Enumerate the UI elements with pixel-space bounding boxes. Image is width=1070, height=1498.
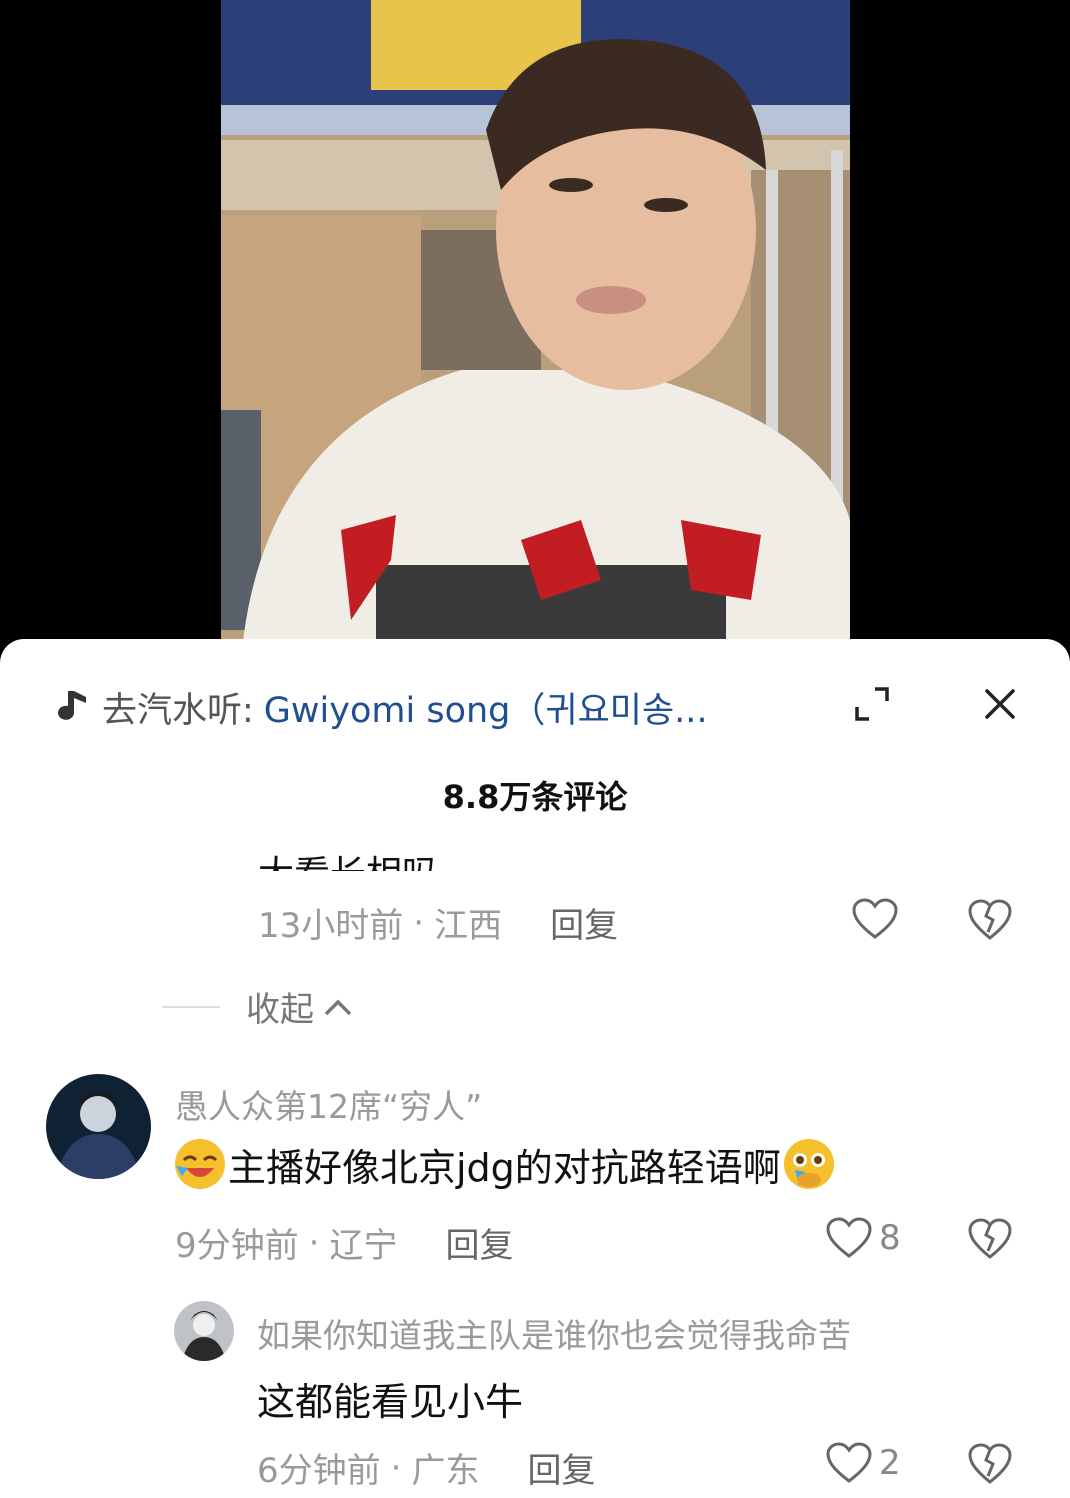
comments-sheet bbox=[0, 639, 1070, 1498]
music-prefix: 去汽水听: bbox=[102, 690, 254, 731]
reply-avatar[interactable] bbox=[174, 1301, 234, 1361]
reply-username[interactable]: 如果你知道我主队是谁你也会觉得我命苦 bbox=[257, 1309, 851, 1357]
like-count: 2 bbox=[879, 1443, 901, 1483]
laughing-emoji-icon bbox=[175, 1139, 225, 1189]
reply-button[interactable]: 回复 bbox=[445, 1218, 513, 1267]
like-count: 8 bbox=[879, 1218, 901, 1258]
reply-button[interactable]: 回复 bbox=[550, 898, 618, 947]
video-still bbox=[221, 0, 850, 660]
comment-username[interactable]: 愚人众第12席“穷人” bbox=[175, 1080, 482, 1128]
reply-location: 广东 bbox=[411, 1451, 480, 1491]
comment-location: 辽宁 bbox=[329, 1226, 398, 1266]
comment-meta: 9分钟前 · 辽宁 回复 bbox=[175, 1218, 513, 1267]
reply-meta: 6分钟前 · 广东 回复 bbox=[257, 1443, 595, 1492]
partial-reply-meta: 13小时前 · 江西 回复 bbox=[258, 898, 618, 947]
comment-text: 主播好像北京jdg的对抗路轻语啊 bbox=[172, 1136, 837, 1192]
avatar[interactable] bbox=[46, 1074, 151, 1179]
dislike-icon[interactable] bbox=[967, 1442, 1013, 1486]
video-frame[interactable] bbox=[221, 0, 850, 660]
music-note-icon bbox=[58, 691, 86, 720]
reply-time: 6分钟前 bbox=[257, 1451, 381, 1491]
close-icon[interactable] bbox=[982, 686, 1018, 722]
reply-text: 这都能看见小牛 bbox=[257, 1380, 524, 1424]
reply-button[interactable]: 回复 bbox=[527, 1443, 595, 1492]
reply-time: 13小时前 bbox=[258, 906, 404, 946]
partial-reply-text: 大看长相吗 bbox=[258, 835, 438, 871]
like-button[interactable]: 2 bbox=[825, 1441, 901, 1485]
expand-icon[interactable] bbox=[853, 685, 891, 723]
dislike-icon[interactable] bbox=[967, 898, 1013, 942]
like-icon[interactable] bbox=[851, 897, 899, 941]
like-icon bbox=[826, 1442, 872, 1483]
video-player[interactable] bbox=[0, 0, 1070, 660]
comment-time: 9分钟前 bbox=[175, 1226, 299, 1266]
chevron-up-icon bbox=[324, 999, 352, 1015]
collapse-replies-button[interactable]: 收起 bbox=[162, 982, 354, 1031]
crying-emoji-icon bbox=[783, 1139, 834, 1189]
music-link[interactable]: 去汽水听: Gwiyomi song（귀요미송... bbox=[52, 682, 812, 733]
song-title[interactable]: Gwiyomi song（귀요미송... bbox=[264, 682, 708, 733]
reply-location: 江西 bbox=[434, 906, 503, 946]
dislike-icon[interactable] bbox=[967, 1217, 1013, 1261]
comments-count-title: 8.8万条评论 bbox=[442, 778, 628, 816]
divider bbox=[162, 1005, 220, 1008]
like-icon bbox=[826, 1217, 872, 1258]
like-button[interactable]: 8 bbox=[825, 1216, 901, 1260]
collapse-label: 收起 bbox=[246, 990, 314, 1030]
